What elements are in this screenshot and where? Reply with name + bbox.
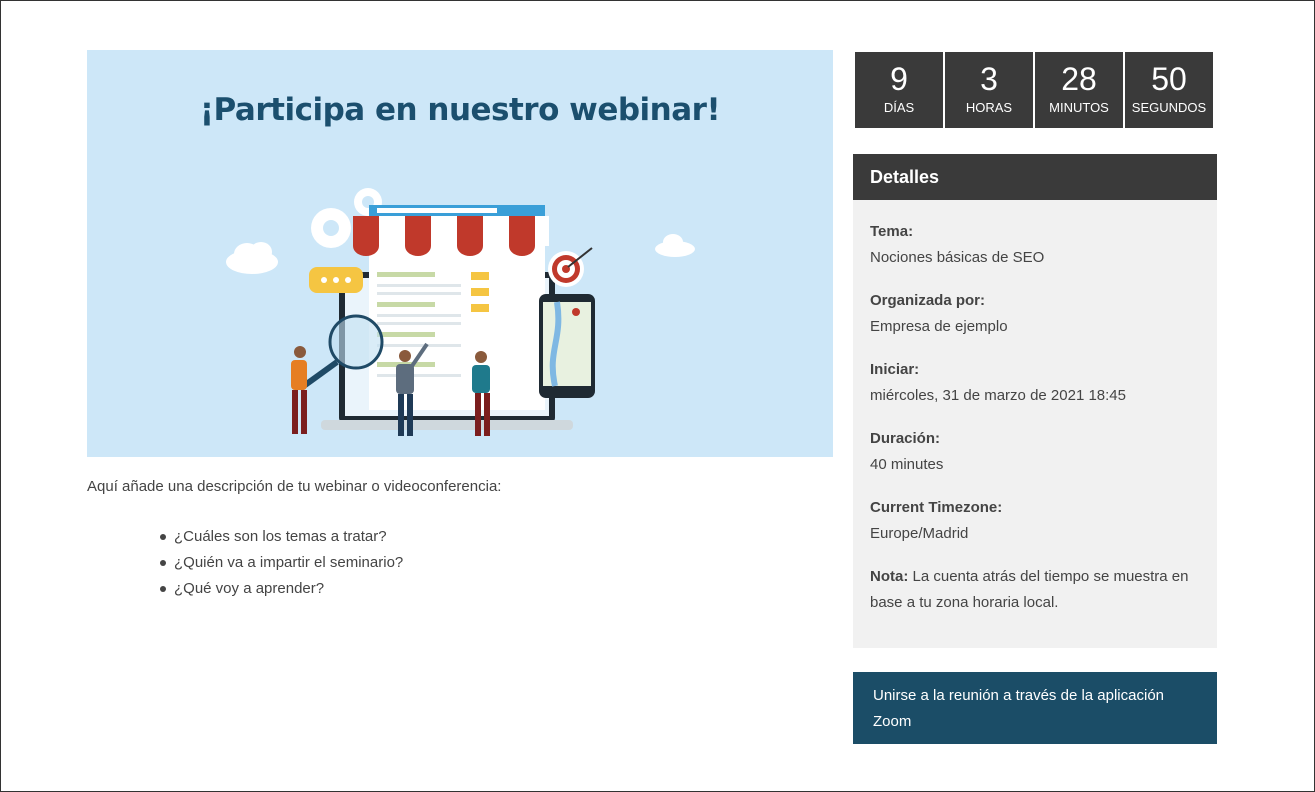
countdown-label: DÍAS <box>883 100 915 115</box>
cloud-right <box>655 234 695 257</box>
detail-duration: Duración: 40 minutes <box>870 426 1201 478</box>
join-zoom-app-button[interactable]: Unirse a la reunión a través de la aplic… <box>853 672 1217 744</box>
detail-label: Current Timezone: <box>870 499 1003 516</box>
topics-list: ¿Cuáles son los temas a tratar? ¿Quién v… <box>159 526 403 604</box>
countdown-value: 50 <box>1151 61 1187 97</box>
detail-value: Nociones básicas de SEO <box>870 249 1045 266</box>
countdown-value: 9 <box>890 61 908 97</box>
target-icon <box>548 247 593 287</box>
laptop-base <box>321 420 573 430</box>
detail-value: Europe/Madrid <box>870 525 969 542</box>
webinar-banner-image: ¡Participa en nuestro webinar! <box>87 50 833 457</box>
detail-label: Tema: <box>870 223 914 240</box>
note-label: Nota: <box>870 568 909 585</box>
detail-value: miércoles, 31 de marzo de 2021 18:45 <box>870 387 1126 404</box>
detail-label: Duración: <box>870 430 941 447</box>
detail-organizer: Organizada por: Empresa de ejemplo <box>870 288 1201 340</box>
list-item: ¿Cuáles son los temas a tratar? <box>159 526 403 552</box>
countdown-label: HORAS <box>965 100 1013 115</box>
countdown-seconds: 50 SEGUNDOS <box>1125 52 1213 128</box>
detail-note: Nota: La cuenta atrás del tiempo se mues… <box>870 564 1201 616</box>
webinar-description: Aquí añade una descripción de tu webinar… <box>87 478 502 495</box>
person-left <box>291 346 307 434</box>
detail-value: Empresa de ejemplo <box>870 318 1008 335</box>
countdown-label: MINUTOS <box>1049 100 1109 115</box>
banner-title: ¡Participa en nuestro webinar! <box>199 92 721 128</box>
note-text: La cuenta atrás del tiempo se muestra en… <box>870 568 1189 611</box>
detail-timezone: Current Timezone: Europe/Madrid <box>870 495 1201 547</box>
countdown-minutes: 28 MINUTOS <box>1035 52 1123 128</box>
countdown-value: 3 <box>980 61 998 97</box>
details-heading: Detalles <box>853 154 1217 200</box>
detail-label: Iniciar: <box>870 361 920 378</box>
detail-start: Iniciar: miércoles, 31 de marzo de 2021 … <box>870 357 1201 409</box>
detail-value: 40 minutes <box>870 456 944 473</box>
countdown-label: SEGUNDOS <box>1131 100 1207 115</box>
countdown-hours: 3 HORAS <box>945 52 1033 128</box>
details-panel: Detalles Tema: Nociones básicas de SEO O… <box>853 154 1217 648</box>
countdown-value: 28 <box>1061 61 1097 97</box>
detail-topic: Tema: Nociones básicas de SEO <box>870 219 1201 271</box>
countdown-timer: 9 DÍAS 3 HORAS 28 MINUTOS 50 SEGUNDOS <box>855 52 1213 128</box>
list-item: ¿Qué voy a aprender? <box>159 578 403 604</box>
detail-label: Organizada por: <box>870 292 986 309</box>
countdown-days: 9 DÍAS <box>855 52 943 128</box>
list-item: ¿Quién va a impartir el seminario? <box>159 552 403 578</box>
cloud-left <box>226 242 278 274</box>
